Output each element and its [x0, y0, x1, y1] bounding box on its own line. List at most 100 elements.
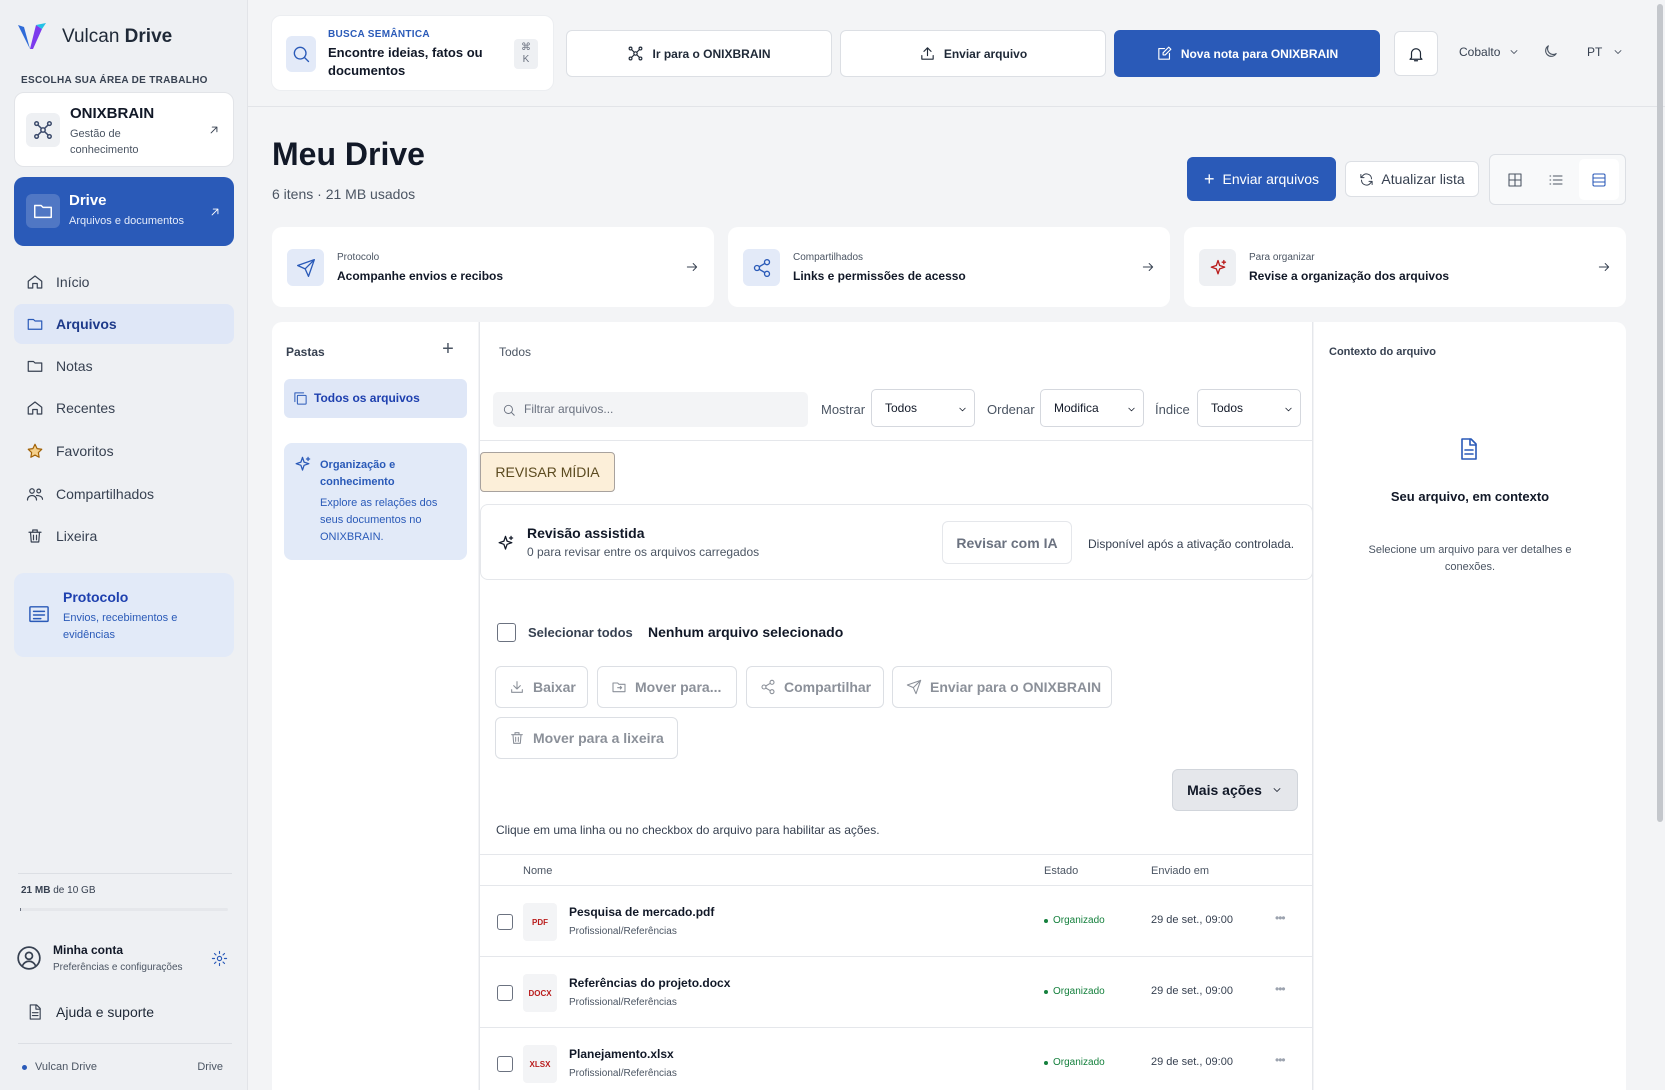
brand-name-bold: Drive — [124, 26, 173, 47]
account-row[interactable]: Minha conta Preferências e configurações — [14, 935, 234, 983]
more-actions-button[interactable]: Mais ações — [1172, 769, 1298, 811]
shortcut-badge: ⌘ K — [514, 39, 538, 69]
folder-icon — [34, 204, 52, 219]
gear-icon[interactable] — [211, 950, 228, 967]
sidebar-item-recentes[interactable]: Recentes — [14, 388, 234, 428]
help-link[interactable]: Ajuda e suporte — [14, 997, 234, 1027]
home-icon — [27, 401, 43, 415]
row-checkbox[interactable] — [497, 985, 513, 1001]
scrollbar-thumb[interactable] — [1657, 4, 1663, 822]
download-button[interactable]: Baixar — [495, 666, 588, 708]
sidebar-item-compartilhados[interactable]: Compartilhados — [14, 474, 234, 514]
row-checkbox[interactable] — [497, 914, 513, 930]
send-onixbrain-button[interactable]: Enviar para o ONIXBRAIN — [892, 666, 1112, 708]
folder-icon — [27, 360, 43, 372]
column-status[interactable]: Estado — [1044, 865, 1078, 877]
table-row[interactable]: DOCX Referências do projeto.docx Profiss… — [480, 957, 1312, 1028]
chevron-down-icon — [959, 407, 966, 412]
bell-icon — [1409, 47, 1423, 61]
list-view-button[interactable] — [1537, 159, 1575, 200]
theme-selector[interactable]: Cobalto — [1459, 45, 1520, 59]
sidebar-item-notas[interactable]: Notas — [14, 346, 234, 386]
topbar: BUSCA SEMÂNTICA Encontre ideias, fatos o… — [248, 0, 1665, 107]
select-all-checkbox[interactable] — [497, 623, 516, 642]
status-dot — [1044, 918, 1048, 923]
refresh-list-button[interactable]: Atualizar lista — [1345, 161, 1479, 197]
move-to-trash-button[interactable]: Mover para a lixeira — [495, 717, 678, 759]
sidebar-item-lixeira[interactable]: Lixeira — [14, 516, 234, 556]
org-knowledge-card[interactable]: Organização e conhecimento Explore as re… — [284, 443, 467, 560]
arrow-right-icon — [1598, 263, 1610, 271]
share-button[interactable]: Compartilhar — [746, 666, 884, 708]
table-view-button[interactable] — [1579, 159, 1620, 200]
status-label: Organizado — [1053, 915, 1105, 926]
button-label: Compartilhar — [784, 679, 872, 695]
card-title: Revise a organização dos arquivos — [1249, 269, 1450, 283]
column-name[interactable]: Nome — [523, 865, 552, 877]
files-tab[interactable]: Todos — [499, 345, 531, 359]
context-body: Selecione um arquivo para ver detalhes e… — [1368, 544, 1572, 573]
add-folder-button[interactable]: + — [438, 339, 458, 360]
folder-all-files[interactable]: Todos os arquivos — [284, 379, 467, 418]
notifications-button[interactable] — [1394, 31, 1438, 76]
page-subtitle: 6 itens · 21 MB usados — [272, 186, 416, 202]
table-row[interactable]: PDF Pesquisa de mercado.pdf Profissional… — [480, 886, 1312, 957]
row-more-icon[interactable]: ••• — [1275, 982, 1286, 996]
button-label: Ir para o ONIXBRAIN — [652, 46, 771, 61]
review-ai-button[interactable]: Revisar com IA — [942, 521, 1072, 564]
folders-panel: Pastas + Todos os arquivos Organização e… — [272, 322, 478, 1090]
edit-note-icon — [1158, 46, 1172, 60]
button-label: Revisar com IA — [956, 534, 1058, 551]
brand-logo[interactable]: Vulcan Drive — [16, 20, 206, 54]
storage-used: 21 MB — [21, 885, 51, 896]
org-body: Explore as relações dos seus documentos … — [320, 497, 438, 543]
file-type-badge: DOCX — [523, 974, 557, 1012]
moon-icon[interactable] — [1542, 43, 1559, 60]
protocol-card[interactable]: Protocolo Envios, recebimentos e evidênc… — [14, 573, 234, 657]
show-select[interactable]: Todos — [871, 389, 975, 427]
card-icon-box — [287, 249, 324, 286]
upload-file-button[interactable]: Enviar arquivo — [840, 30, 1106, 77]
sidebar-item-favoritos[interactable]: Favoritos — [14, 431, 234, 471]
quick-card-shared[interactable]: Compartilhados Links e permissões de ace… — [728, 227, 1170, 307]
order-select[interactable]: Modifica — [1040, 389, 1144, 427]
quick-card-organize[interactable]: Para organizar Revise a organização dos … — [1184, 227, 1626, 307]
semantic-search[interactable]: BUSCA SEMÂNTICA Encontre ideias, fatos o… — [271, 15, 554, 91]
row-checkbox[interactable] — [497, 1056, 513, 1072]
button-label: Enviar para o ONIXBRAIN — [930, 679, 1102, 695]
index-select[interactable]: Todos — [1197, 389, 1301, 427]
grid-icon — [1508, 172, 1522, 187]
trash-icon — [28, 529, 42, 543]
share-icon — [753, 258, 770, 277]
upload-files-button[interactable]: + Enviar arquivos — [1187, 157, 1336, 201]
grid-view-button[interactable] — [1496, 159, 1534, 200]
language-selector[interactable]: PT — [1587, 45, 1624, 59]
select-all-label[interactable]: Selecionar todos — [528, 625, 633, 640]
folder-icon — [27, 318, 43, 330]
assisted-review: Revisão assistida 0 para revisar entre o… — [480, 504, 1313, 580]
context-heading: Contexto do arquivo — [1329, 346, 1436, 358]
folder-label: Todos os arquivos — [314, 391, 420, 405]
select-value: Modifica — [1054, 401, 1099, 415]
send-icon — [296, 258, 315, 277]
workspace-drive[interactable]: Drive Arquivos e documentos — [14, 177, 234, 246]
show-label: Mostrar — [821, 402, 866, 417]
file-type-badge: XLSX — [523, 1045, 557, 1083]
review-media-button[interactable]: REVISAR MÍDIA — [480, 452, 615, 492]
sidebar-item-arquivos[interactable]: Arquivos — [14, 304, 234, 344]
toolbar-divider — [480, 440, 1312, 441]
select-value: Todos — [1211, 401, 1244, 415]
new-note-button[interactable]: Nova nota para ONIXBRAIN — [1114, 30, 1380, 77]
external-arrow-icon — [211, 208, 219, 216]
move-to-button[interactable]: Mover para... — [597, 666, 737, 708]
goto-onixbrain-button[interactable]: Ir para o ONIXBRAIN — [566, 30, 832, 77]
workspace-onixbrain[interactable]: ONIXBRAIN Gestão de conhecimento — [14, 92, 234, 167]
row-more-icon[interactable]: ••• — [1275, 911, 1286, 925]
storage-total: de 10 GB — [50, 885, 96, 896]
table-row[interactable]: XLSX Planejamento.xlsx Profissional/Refe… — [480, 1028, 1312, 1090]
quick-card-protocol[interactable]: Protocolo Acompanhe envios e recibos — [272, 227, 714, 307]
column-sent[interactable]: Enviado em — [1151, 865, 1209, 877]
filter-input[interactable]: Filtrar arquivos... — [493, 392, 808, 427]
row-more-icon[interactable]: ••• — [1275, 1053, 1286, 1067]
sidebar-item-inicio[interactable]: Início — [14, 262, 234, 302]
